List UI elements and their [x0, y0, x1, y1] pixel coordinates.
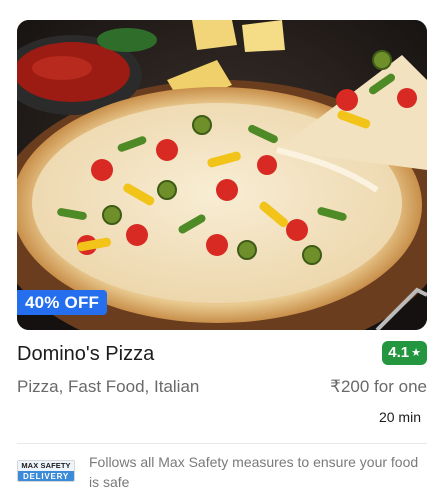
max-safety-logo-top: MAX SAFETY — [18, 461, 74, 471]
max-safety-logo-bottom: DELIVERY — [18, 471, 74, 481]
delivery-time: 20 min — [378, 409, 421, 425]
divider — [17, 443, 427, 444]
max-safety-logo-icon: MAX SAFETY DELIVERY — [17, 460, 75, 482]
star-icon: ★ — [411, 347, 421, 359]
rating-badge: 4.1 ★ — [382, 341, 427, 365]
offer-badge: 40% OFF — [17, 290, 108, 315]
restaurant-card[interactable]: 40% OFF Domino's Pizza 4.1 ★ Pizza, Fast… — [0, 0, 443, 499]
rating-value: 4.1 — [388, 344, 410, 361]
safety-message: Follows all Max Safety measures to ensur… — [89, 454, 419, 490]
cuisine-list: Pizza, Fast Food, Italian — [17, 377, 200, 396]
cost-for-one: ₹200 for one — [330, 377, 427, 396]
restaurant-name[interactable]: Domino's Pizza — [17, 341, 154, 367]
restaurant-image[interactable] — [17, 20, 427, 330]
pizza-photo — [17, 20, 427, 330]
